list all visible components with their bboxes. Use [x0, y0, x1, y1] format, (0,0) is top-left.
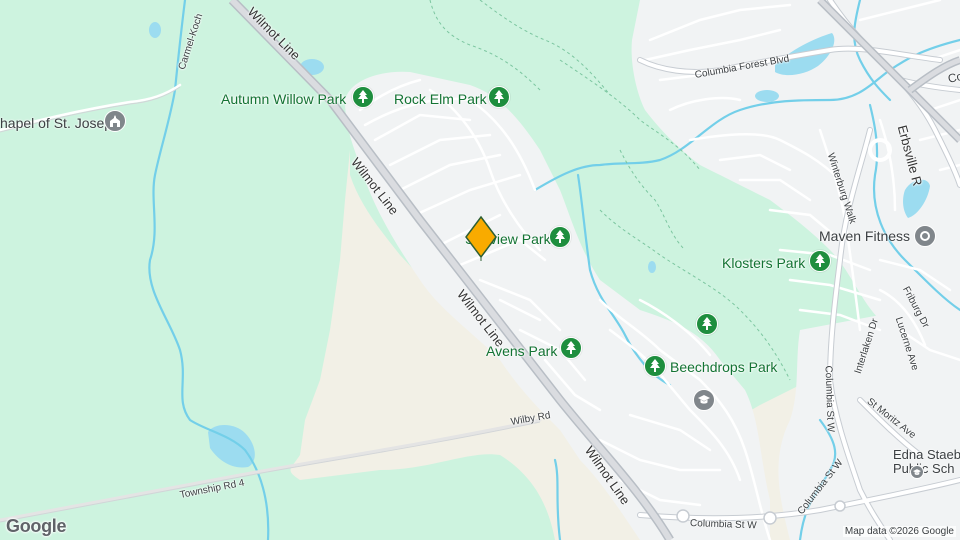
park-label-avens[interactable]: Avens Park — [486, 343, 557, 359]
fitness-icon[interactable] — [914, 225, 936, 247]
pond-4 — [648, 261, 656, 273]
roundabout-3 — [834, 500, 846, 512]
chapel-icon[interactable] — [104, 110, 126, 132]
street-label-columbia-st-w-1: Columbia St W — [822, 365, 836, 433]
location-marker[interactable] — [464, 215, 498, 263]
street-label-columbia-st-w-3: Columbia St W — [689, 518, 757, 532]
map-attribution[interactable]: Map data ©2026 Google — [842, 526, 956, 537]
google-logo: Google — [6, 516, 67, 536]
park-label-rock-elm[interactable]: Rock Elm Park — [394, 91, 487, 107]
tree-icon[interactable] — [549, 226, 571, 248]
school-icon-small[interactable] — [910, 465, 924, 479]
tree-icon[interactable] — [488, 86, 510, 108]
tree-icon[interactable] — [696, 313, 718, 335]
poi-label-maven[interactable]: Maven Fitness — [819, 228, 910, 244]
park-label-klosters[interactable]: Klosters Park — [722, 255, 805, 271]
street-label-co: Co — [946, 68, 960, 86]
park-label-autumn-willow[interactable]: Autumn Willow Park — [221, 91, 346, 107]
tree-icon[interactable] — [644, 355, 666, 377]
tree-icon[interactable] — [560, 337, 582, 359]
poi-label-school-line1[interactable]: Edna Staeb — [893, 447, 960, 462]
roundabout-1 — [676, 509, 690, 523]
tree-icon[interactable] — [352, 86, 374, 108]
poi-label-chapel[interactable]: hapel of St. Joseph — [0, 115, 120, 131]
roundabout-2 — [763, 511, 777, 525]
map-canvas[interactable]: Wilmot Line Wilmot Line Wilmot Line Wilm… — [0, 0, 960, 540]
pond-1 — [149, 22, 161, 38]
park-label-beechdrops[interactable]: Beechdrops Park — [670, 359, 777, 375]
pond-5 — [755, 90, 779, 102]
school-icon[interactable] — [693, 389, 715, 411]
tree-icon[interactable] — [809, 250, 831, 272]
